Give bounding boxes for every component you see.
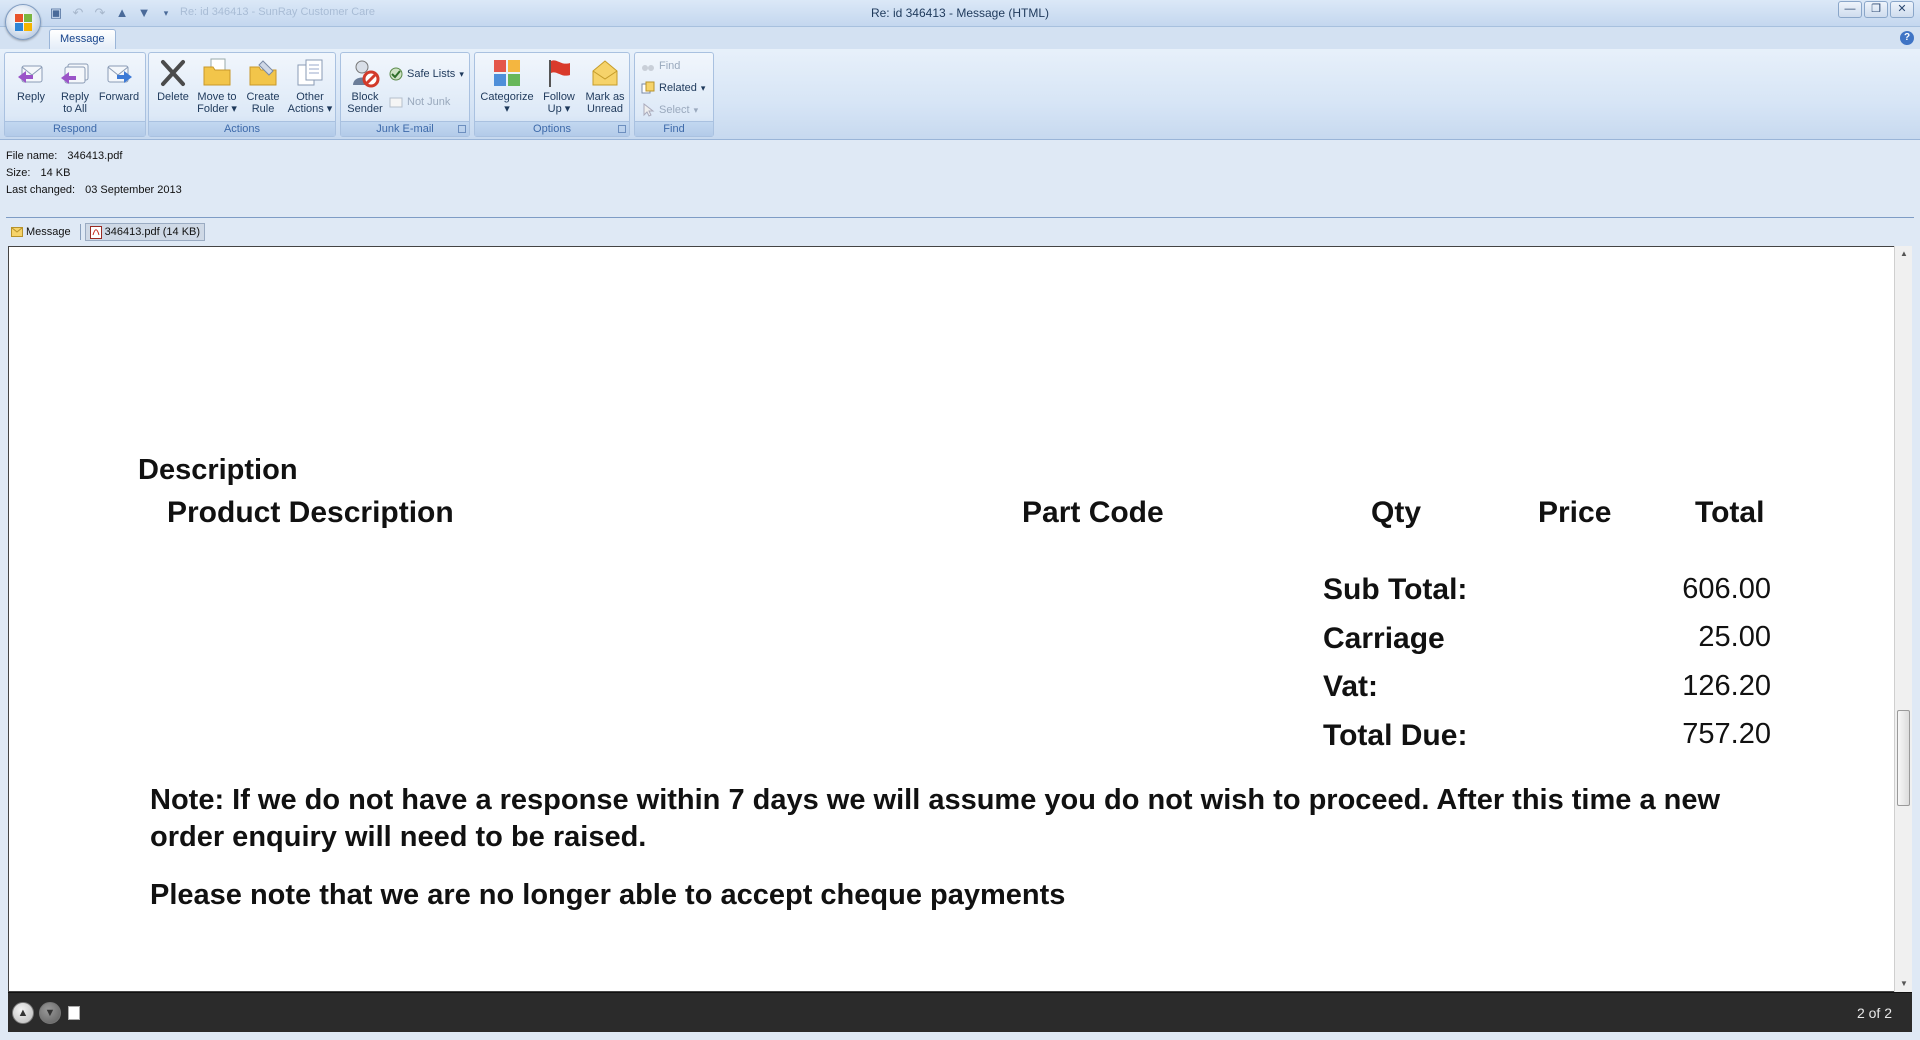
attachment-message[interactable]: Message xyxy=(6,223,76,241)
file-name-row: File name: 346413.pdf xyxy=(6,150,123,162)
reply-icon xyxy=(18,65,43,83)
carriage-value: 25.00 xyxy=(1698,621,1771,653)
file-size-row: Size: 14 KB xyxy=(6,167,71,179)
safe-lists-button[interactable]: Safe Lists ▾ xyxy=(389,65,464,83)
group-label-respond: Respond xyxy=(5,121,145,136)
col-product-description: Product Description xyxy=(167,496,454,529)
group-respond: Reply Reply to All Forward Respond xyxy=(4,52,146,137)
group-options: Categorize ▾ Follow Up ▾ Mark as Unread Opt… xyxy=(474,52,630,137)
last-changed-row: Last changed: 03 September 2013 xyxy=(6,184,182,196)
window-controls: — ❐ ✕ xyxy=(1838,1,1914,18)
binoculars-icon xyxy=(642,65,654,71)
col-total: Total xyxy=(1695,496,1765,529)
find-button[interactable]: Find xyxy=(641,57,680,75)
cheque-note: Please note that we are no longer able t… xyxy=(150,879,1066,911)
flag-icon xyxy=(549,60,570,87)
categorize-icon xyxy=(494,60,520,86)
safe-lists-icon xyxy=(389,67,403,81)
group-actions: Delete Move to Folder ▾ Create Rule Other A… xyxy=(148,52,336,137)
attachment-divider xyxy=(79,224,81,240)
response-note: Note: If we do not have a response withi… xyxy=(150,784,1721,853)
sub-total-value: 606.00 xyxy=(1682,573,1771,605)
pdf-preview-pane[interactable]: Description Product Description Part Cod… xyxy=(8,246,1894,992)
create-rule-button[interactable]: Create Rule xyxy=(241,57,285,119)
not-junk-icon xyxy=(389,97,403,108)
follow-up-button[interactable]: Follow Up ▾ xyxy=(537,57,581,119)
not-junk-button[interactable]: Not Junk xyxy=(389,93,450,111)
select-cursor-icon xyxy=(643,103,655,117)
ribbon: Reply Reply to All Forward Respond Delete… xyxy=(0,49,1920,140)
vertical-scrollbar[interactable]: ▲ ▼ xyxy=(1894,246,1912,992)
scroll-up-icon[interactable]: ▲ xyxy=(1895,246,1913,262)
delete-icon xyxy=(161,60,185,86)
attachment-bar: Message 346413.pdf (14 KB) xyxy=(6,222,206,242)
group-junk-email: Block Sender Safe Lists ▾ Not Junk Junk E-… xyxy=(340,52,470,137)
scroll-thumb[interactable] xyxy=(1897,710,1910,806)
vat-label: Vat: xyxy=(1323,670,1379,703)
envelope-icon xyxy=(11,227,23,237)
total-due-label: Total Due: xyxy=(1323,719,1468,752)
preview-navigation-bar: ▲ ▼ 2 of 2 xyxy=(8,992,1912,1032)
col-qty: Qty xyxy=(1371,496,1422,529)
pdf-page: Description Product Description Part Cod… xyxy=(9,247,1894,991)
categorize-button[interactable]: Categorize ▾ xyxy=(479,57,535,119)
group-label-find: Find xyxy=(635,121,713,136)
close-icon[interactable]: ✕ xyxy=(1890,1,1914,18)
select-button[interactable]: Select ▾ xyxy=(641,101,698,119)
related-icon xyxy=(641,81,655,94)
office-logo-icon xyxy=(15,14,33,32)
options-dialog-launcher-icon[interactable] xyxy=(618,125,626,133)
other-actions-icon xyxy=(297,59,323,86)
reply-all-button[interactable]: Reply to All xyxy=(53,57,97,119)
create-rule-icon xyxy=(249,60,277,86)
page-indicator: 2 of 2 xyxy=(1856,1005,1892,1021)
vat-value: 126.20 xyxy=(1682,670,1771,702)
group-label-junk: Junk E-mail xyxy=(341,121,469,136)
reply-all-icon xyxy=(61,63,89,84)
next-page-icon[interactable]: ▼ xyxy=(39,1002,61,1024)
office-button[interactable] xyxy=(5,4,41,40)
help-icon[interactable]: ? xyxy=(1900,31,1914,45)
title-bar: ▣ ↶ ↷ ▲ ▼ ▾ Re: id 346413 - SunRay Custo… xyxy=(0,0,1920,27)
other-actions-button[interactable]: Other Actions ▾ xyxy=(285,57,335,119)
col-part-code: Part Code xyxy=(1022,496,1164,529)
last-changed: 03 September 2013 xyxy=(85,184,182,196)
forward-icon xyxy=(107,65,132,83)
attachment-pdf[interactable]: 346413.pdf (14 KB) xyxy=(84,223,206,241)
mark-as-unread-button[interactable]: Mark as Unread xyxy=(581,57,629,119)
delete-button[interactable]: Delete xyxy=(151,57,195,119)
scroll-down-icon[interactable]: ▼ xyxy=(1895,976,1913,992)
reply-button[interactable]: Reply xyxy=(9,57,53,119)
info-separator xyxy=(6,217,1914,218)
mark-unread-icon xyxy=(592,60,618,86)
related-button[interactable]: Related ▾ xyxy=(641,79,705,97)
tab-message[interactable]: Message xyxy=(49,29,116,49)
ribbon-tab-strip: Message ? xyxy=(0,27,1920,49)
forward-button[interactable]: Forward xyxy=(97,57,141,119)
file-name: 346413.pdf xyxy=(67,150,123,162)
file-size: 14 KB xyxy=(40,167,71,179)
minimize-icon[interactable]: — xyxy=(1838,1,1862,18)
block-sender-icon xyxy=(353,60,380,88)
junk-dialog-launcher-icon[interactable] xyxy=(458,125,466,133)
group-label-actions: Actions xyxy=(149,121,335,136)
block-sender-button[interactable]: Block Sender xyxy=(343,57,387,119)
carriage-label: Carriage xyxy=(1323,622,1445,655)
folder-move-icon xyxy=(203,58,231,86)
move-to-folder-button[interactable]: Move to Folder ▾ xyxy=(195,57,239,119)
attachment-info: File name: 346413.pdf Size: 14 KB Last cha… xyxy=(0,140,1920,220)
window-title: Re: id 346413 - Message (HTML) xyxy=(870,6,1050,20)
group-find: Find Related ▾ Select ▾ Find xyxy=(634,52,714,137)
previous-page-icon[interactable]: ▲ xyxy=(12,1002,34,1024)
col-price: Price xyxy=(1538,496,1612,529)
total-due-value: 757.20 xyxy=(1682,718,1771,750)
pdf-file-icon xyxy=(89,225,102,239)
maximize-icon[interactable]: ❐ xyxy=(1864,1,1888,18)
group-label-options: Options xyxy=(475,121,629,136)
description-heading: Description xyxy=(138,454,298,486)
sub-total-label: Sub Total: xyxy=(1323,573,1468,606)
page-view-icon[interactable] xyxy=(68,1006,80,1020)
